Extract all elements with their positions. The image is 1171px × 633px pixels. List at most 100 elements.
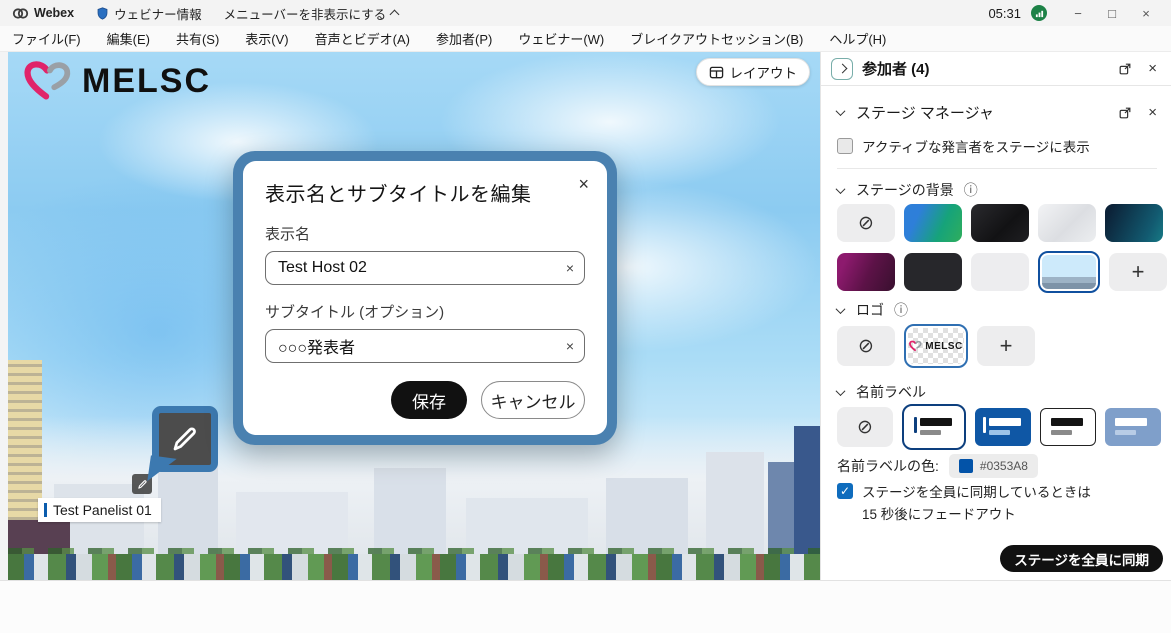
- panel-collapse-button[interactable]: [831, 58, 853, 80]
- name-label-options-row: ⊘: [837, 404, 1157, 450]
- background-thumbs-row2: +: [837, 251, 1157, 293]
- menu-breakout[interactable]: ブレイクアウトセッション(B): [630, 29, 803, 48]
- layout-button-label: レイアウト: [730, 62, 798, 82]
- melsc-logo-thumbnail: MELSC: [908, 328, 964, 364]
- sync-fade-row: ✓ ステージを全員に同期しているときは 15 秒後にフェードアウト: [837, 482, 1157, 525]
- sync-stage-button[interactable]: ステージを全員に同期: [1000, 545, 1163, 572]
- participants-title: 参加者 (4): [862, 58, 930, 79]
- add-logo-button[interactable]: +: [977, 326, 1035, 366]
- active-speaker-label: アクティブな発言者をステージに表示: [862, 136, 1090, 156]
- menu-audio-video[interactable]: 音声とビデオ(A): [315, 29, 410, 48]
- menu-edit[interactable]: 編集(E): [107, 29, 150, 48]
- background-section-header: ステージの背景 ⓘ: [837, 180, 1157, 200]
- layout-button[interactable]: レイアウト: [696, 58, 811, 86]
- name-label-title: 名前ラベル: [856, 382, 926, 402]
- background-title: ステージの背景: [856, 180, 954, 200]
- background-option-black[interactable]: [971, 204, 1029, 242]
- name-label-color-label: 名前ラベルの色:: [837, 456, 939, 476]
- menu-file[interactable]: ファイル(F): [12, 29, 81, 48]
- name-label-none-option[interactable]: ⊘: [837, 407, 893, 447]
- name-label-color-row: 名前ラベルの色: #0353A8: [837, 454, 1157, 478]
- active-speaker-row: アクティブな発言者をステージに表示: [837, 136, 1157, 156]
- hide-menubar-label: メニューバーを非表示にする: [224, 4, 387, 23]
- background-option-magenta[interactable]: [837, 253, 895, 291]
- background-option-light[interactable]: [1038, 204, 1096, 242]
- shield-icon: [96, 6, 109, 21]
- city-thumbnail: [1042, 255, 1096, 289]
- dialog-title: 表示名とサブタイトルを編集: [265, 178, 585, 207]
- chevron-down-icon[interactable]: [836, 106, 846, 116]
- name-label-style2-option[interactable]: [975, 408, 1031, 446]
- clear-display-name-button[interactable]: ×: [558, 260, 574, 276]
- menu-participants[interactable]: 参加者(P): [436, 29, 492, 48]
- control-bar: ミュート解除 ビデオの開始 共有 録画: [0, 580, 1171, 633]
- background-option-city-selected[interactable]: [1038, 251, 1100, 293]
- chevron-down-icon[interactable]: [836, 386, 846, 396]
- chevron-down-icon[interactable]: [836, 184, 846, 194]
- sync-fade-checkbox[interactable]: ✓: [837, 483, 853, 499]
- divider: [837, 168, 1157, 169]
- cancel-button[interactable]: キャンセル: [481, 381, 585, 419]
- clear-subtitle-button[interactable]: ×: [558, 338, 574, 354]
- pencil-icon: [137, 479, 148, 490]
- display-name-input[interactable]: [278, 259, 558, 277]
- layout-grid-icon: [709, 65, 724, 80]
- pencil-icon-large: [170, 424, 200, 454]
- name-label-style1-selected[interactable]: [902, 404, 966, 450]
- subtitle-field-wrap: ×: [265, 329, 585, 363]
- color-swatch: [959, 459, 973, 473]
- window-minimize-button[interactable]: −: [1061, 6, 1095, 21]
- popout-panel-button[interactable]: [1118, 62, 1132, 76]
- close-stage-manager-button[interactable]: ×: [1148, 104, 1157, 121]
- window-maximize-button[interactable]: □: [1095, 6, 1129, 21]
- name-label-color-picker[interactable]: #0353A8: [949, 454, 1038, 478]
- save-button[interactable]: 保存: [391, 381, 467, 419]
- background-thumbs-row1: ⊘: [837, 204, 1157, 242]
- close-panel-button[interactable]: ×: [1148, 60, 1157, 77]
- brand-text: MELSC: [82, 62, 211, 101]
- popout-icon: [1118, 106, 1132, 120]
- panel-header: 参加者 (4) ×: [821, 52, 1171, 86]
- dialog-close-button[interactable]: ×: [578, 175, 589, 193]
- background-option-dark-gray[interactable]: [904, 253, 962, 291]
- subtitle-input[interactable]: [278, 337, 558, 355]
- label-style-preview: [906, 408, 962, 446]
- menu-view[interactable]: 表示(V): [245, 29, 288, 48]
- name-label-style3-option[interactable]: [1040, 408, 1096, 446]
- info-icon[interactable]: ⓘ: [894, 300, 908, 320]
- menu-webinar[interactable]: ウェビナー(W): [518, 29, 604, 48]
- edit-name-dialog: 表示名とサブタイトルを編集 × 表示名 × サブタイトル (オプション) × 保…: [233, 151, 617, 445]
- webinar-info-button[interactable]: ウェビナー情報: [96, 4, 202, 23]
- background-none-option[interactable]: ⊘: [837, 204, 895, 242]
- magnifier-tail: [147, 455, 176, 484]
- stage-manager-title: ステージ マネージャ: [856, 102, 994, 123]
- participants-panel: 参加者 (4) × ステージ マネージャ × アクティブな発言者をステージに表示…: [820, 52, 1171, 580]
- menu-help[interactable]: ヘルプ(H): [829, 29, 886, 48]
- menu-share[interactable]: 共有(S): [176, 29, 219, 48]
- logo-options-row: ⊘ MELSC +: [837, 324, 1157, 368]
- stage-canvas: MELSC レイアウト Test Panelist 01 表示名とサブタイトルを…: [8, 52, 820, 580]
- logo-none-option[interactable]: ⊘: [837, 326, 895, 366]
- sync-fade-line1: ステージを全員に同期しているときは: [862, 485, 1091, 500]
- menu-bar: ファイル(F) 編集(E) 共有(S) 表示(V) 音声とビデオ(A) 参加者(…: [0, 26, 1171, 52]
- logo-option-melsc-selected[interactable]: MELSC: [904, 324, 968, 368]
- color-value: #0353A8: [980, 459, 1028, 473]
- popout-stage-manager-button[interactable]: [1118, 106, 1132, 120]
- logo-text: MELSC: [925, 341, 963, 352]
- background-option-light-gray[interactable]: [971, 253, 1029, 291]
- logo-section-header: ロゴ ⓘ: [837, 300, 1157, 320]
- active-speaker-checkbox[interactable]: [837, 138, 853, 154]
- window-close-button[interactable]: ×: [1129, 6, 1163, 21]
- chevron-down-icon[interactable]: [836, 304, 846, 314]
- logo-title: ロゴ: [856, 300, 884, 320]
- hide-menubar-button[interactable]: メニューバーを非表示にする: [224, 4, 399, 23]
- add-background-button[interactable]: +: [1109, 253, 1167, 291]
- stage-brand-logo: MELSC: [24, 60, 211, 102]
- background-option-dark-teal[interactable]: [1105, 204, 1163, 242]
- info-icon[interactable]: ⓘ: [964, 180, 978, 200]
- background-option-blue-green[interactable]: [904, 204, 962, 242]
- name-label-section-header: 名前ラベル: [837, 382, 1157, 402]
- popout-icon: [1118, 62, 1132, 76]
- chevron-right-icon: [837, 64, 847, 74]
- name-label-style4-option[interactable]: [1105, 408, 1161, 446]
